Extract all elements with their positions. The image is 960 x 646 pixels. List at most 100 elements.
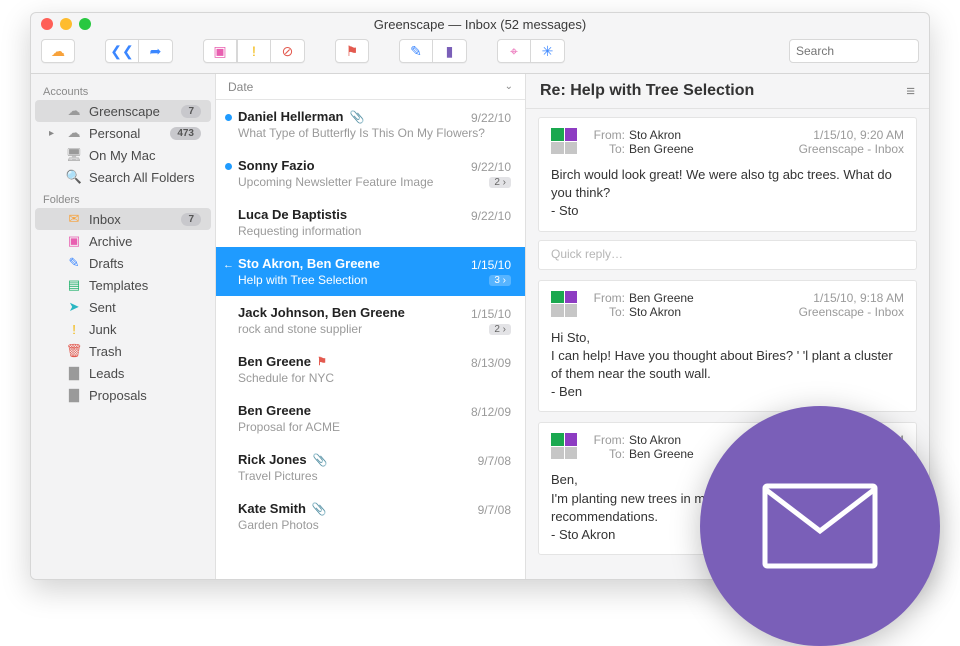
thread-count: 3 › [489,275,511,286]
window-title: Greenscape — Inbox (52 messages) [31,17,929,32]
account-label: Greenscape [89,104,160,119]
folder-item[interactable]: ▤Templates [35,274,211,296]
message-subject: Upcoming Newsletter Feature Image [238,175,511,189]
avatar [551,128,577,154]
search-input[interactable] [789,39,919,63]
sidebar: Accounts ☁Greenscape7▸☁Personal473🖥On My… [31,74,216,579]
message-row[interactable]: Daniel Hellerman 📎What Type of Butterfly… [216,100,525,149]
account-item[interactable]: 🖥 On My Mac [35,144,211,166]
zoom-icon[interactable] [79,18,91,30]
flag-icon: ⚑ [317,355,327,368]
from-value: Ben Greene [629,291,694,305]
quick-reply-input[interactable]: Quick reply… [538,240,917,270]
message-body: Hi Sto,I can help! Have you thought abou… [551,329,904,402]
paperclip-icon: 📎 [350,110,365,124]
message-row[interactable]: Kate Smith 📎Garden Photos9/7/08 [216,492,525,541]
message-mailbox: Greenscape - Inbox [799,142,904,156]
from-label: From: [587,433,625,447]
message-row[interactable]: Luca De BaptistisRequesting information9… [216,198,525,247]
message-date: 8/13/09 [471,356,511,370]
message-date: 9/22/10 [471,209,511,223]
folder-item[interactable]: ▣Archive [35,230,211,252]
compose-button[interactable]: ☁ [41,39,75,63]
message-subject: Requesting information [238,224,511,238]
folder-item[interactable]: ! Junk [35,318,211,340]
count-badge: 473 [170,127,201,140]
to-label: To: [587,305,625,319]
message-date: 9/7/08 [478,503,511,517]
folder-item[interactable]: 🗑Trash [35,340,211,362]
to-label: To: [587,142,625,156]
message-row[interactable]: Ben GreeneProposal for ACME8/12/09 [216,394,525,443]
message-subject: Garden Photos [238,518,511,532]
message-date: 9/7/08 [478,454,511,468]
close-icon[interactable] [41,18,53,30]
message-list: Date ⌄ Daniel Hellerman 📎What Type of Bu… [216,74,526,579]
count-badge: 7 [181,105,201,118]
message-subject: Travel Pictures [238,469,511,483]
folder-icon: ▣ [66,233,82,249]
minimize-icon[interactable] [60,18,72,30]
count-badge: 7 [181,213,201,226]
folder-item[interactable]: ➤Sent [35,296,211,318]
tag-button[interactable]: ⌖ [497,39,531,63]
message-date: 8/12/09 [471,405,511,419]
folders-header: Folders [31,188,215,208]
mail-app-badge [700,406,940,646]
to-value: Ben Greene [629,447,694,461]
message-subject: Schedule for NYC [238,371,511,385]
message-subject: Help with Tree Selection [238,273,511,287]
folder-item[interactable]: ✎Drafts [35,252,211,274]
folder-label: Leads [89,366,124,381]
from-value: Sto Akron [629,128,681,142]
thread-count: 2 › [489,177,511,188]
account-item[interactable]: ☁ Greenscape 7 [35,100,211,122]
toolbar: ☁ ❮❮ ➦ ▣ ! ⊘ ⚑ ✎ ▮ ⌖ ✳ [31,35,929,73]
archive-button[interactable]: ▣ [203,39,237,63]
menu-icon[interactable]: ≡ [906,83,915,100]
message-row[interactable]: Sonny FazioUpcoming Newsletter Feature I… [216,149,525,198]
account-label: On My Mac [89,148,155,163]
folder-icon: ! [66,321,82,337]
message-row[interactable]: ←Sto Akron, Ben GreeneHelp with Tree Sel… [216,247,525,296]
account-item[interactable]: ▸☁Personal473 [35,122,211,144]
from-label: From: [587,128,625,142]
message-row[interactable]: Rick Jones 📎 Travel Pictures9/7/08 [216,443,525,492]
folder-icon: ✎ [66,255,82,271]
message-card[interactable]: From:Sto AkronTo:Ben Greene1/15/10, 9:20… [538,117,917,232]
message-row[interactable]: Jack Johnson, Ben Greenerock and stone s… [216,296,525,345]
forward-button[interactable]: ➦ [139,39,173,63]
folder-icon: ✉ [66,211,82,227]
thread-count: 2 › [489,324,511,335]
cloud-icon: 🔍 [66,169,82,185]
message-subject: rock and stone supplier [238,322,511,336]
message-card[interactable]: From:Ben GreeneTo:Sto Akron1/15/10, 9:18… [538,280,917,413]
folder-icon: ▇ [66,387,82,403]
settings-button[interactable]: ✳ [531,39,565,63]
message-subject: Proposal for ACME [238,420,511,434]
account-label: Personal [89,126,140,141]
flag-button[interactable]: ⚑ [335,39,369,63]
chevron-down-icon: ⌄ [505,81,513,92]
edit-button[interactable]: ✎ [399,39,433,63]
folder-item[interactable]: ✉Inbox7 [35,208,211,230]
junk-button[interactable]: ! [237,39,271,63]
message-body: Birch would look great! We were also tg … [551,166,904,221]
cloud-icon: 🖥 [66,147,82,163]
message-row[interactable]: Ben Greene ⚑Schedule for NYC8/13/09 [216,345,525,394]
folder-icon: ▇ [66,365,82,381]
reply-all-button[interactable]: ❮❮ [105,39,139,63]
folder-label: Trash [89,344,122,359]
contact-button[interactable]: ▮ [433,39,467,63]
message-mailbox: Greenscape - Inbox [799,305,904,319]
reply-arrow-icon: ← [223,259,234,271]
column-header[interactable]: Date ⌄ [216,74,525,100]
from-value: Sto Akron [629,433,681,447]
folder-item[interactable]: ▇ Leads [35,362,211,384]
folder-label: Junk [89,322,116,337]
account-item[interactable]: 🔍Search All Folders [35,166,211,188]
cloud-icon: ☁ [66,103,82,119]
message-from: Rick Jones 📎 [238,452,511,467]
block-button[interactable]: ⊘ [271,39,305,63]
folder-item[interactable]: ▇Proposals [35,384,211,406]
